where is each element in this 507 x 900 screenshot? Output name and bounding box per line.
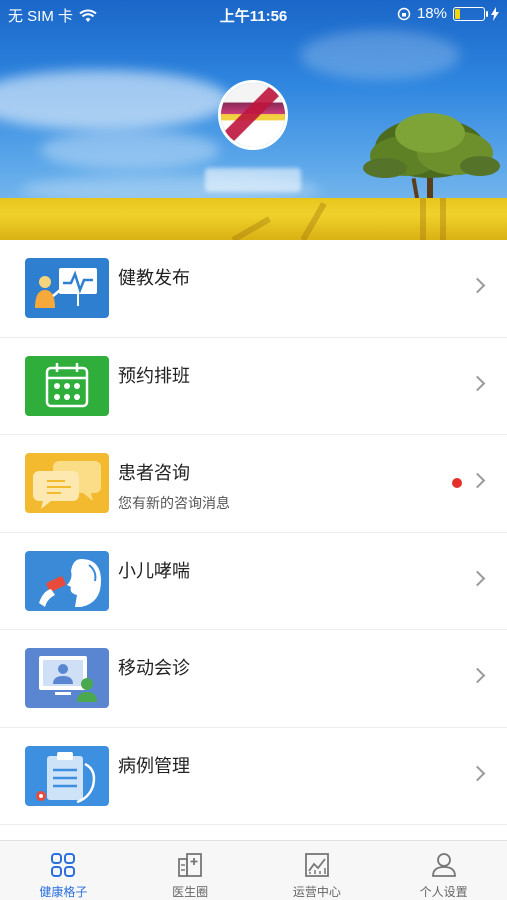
status-bar: 无 SIM 卡 上午11:56 18%	[0, 0, 507, 30]
chevron-right-icon	[469, 277, 486, 294]
orientation-lock-icon	[397, 7, 411, 20]
battery-percent: 18%	[416, 5, 447, 22]
menu-item-subtitle: 您有新的咨询消息	[118, 496, 230, 512]
chevron-right-icon	[469, 570, 486, 586]
charging-icon	[491, 6, 499, 21]
person-icon	[431, 853, 456, 877]
user-nickname	[205, 168, 301, 192]
menu-item-label: 健教发布	[118, 268, 190, 289]
profile-header	[0, 0, 507, 240]
menu-item-label: 患者咨询	[118, 463, 190, 484]
chevron-right-icon	[469, 472, 486, 489]
menu-item-mobile-consultation[interactable]: 移动会诊	[0, 630, 507, 728]
battery-icon	[453, 6, 488, 21]
tab-label: 医生圈	[172, 885, 209, 899]
menu-item-label: 小儿哮喘	[118, 560, 190, 582]
chart-icon	[304, 853, 329, 877]
tab-bar: 健康格子 医生圈 运营中心 个人设置	[0, 840, 507, 900]
menu-item-label: 预约排班	[118, 365, 190, 387]
health-education-icon	[25, 258, 109, 318]
tab-personal-settings[interactable]: 个人设置	[380, 841, 507, 900]
tab-label: 个人设置	[419, 885, 468, 899]
tab-label: 运营中心	[292, 885, 341, 899]
tab-health-grid[interactable]: 健康格子	[0, 841, 127, 900]
menu-item-case-management[interactable]: 病例管理	[0, 727, 507, 825]
tab-label: 健康格子	[39, 885, 88, 899]
menu-item-appointment-schedule[interactable]: 预约排班	[0, 337, 507, 435]
grid-icon	[51, 853, 76, 877]
tab-operations-center[interactable]: 运营中心	[254, 841, 381, 900]
avatar[interactable]	[218, 80, 288, 150]
chevron-right-icon	[469, 765, 486, 781]
chevron-right-icon	[469, 375, 486, 391]
unread-dot	[452, 478, 462, 488]
menu-item-patient-consultation[interactable]: 患者咨询 您有新的咨询消息	[0, 435, 507, 533]
menu-item-health-education[interactable]: 健教发布	[0, 240, 507, 338]
menu-item-child-asthma[interactable]: 小儿哮喘	[0, 532, 507, 630]
asthma-inhaler-icon	[25, 550, 109, 611]
chevron-right-icon	[469, 667, 486, 684]
medical-record-icon	[25, 745, 109, 806]
feature-menu: 健教发布 预约排班 患者咨询 您有新的咨询消息 小儿哮喘 移动会诊 病例管理	[0, 240, 507, 825]
tab-doctor-circle[interactable]: 医生圈	[127, 841, 254, 900]
rapeseed-field	[0, 198, 507, 240]
calendar-icon	[25, 355, 109, 416]
avatar-image	[221, 83, 285, 147]
chat-bubbles-icon	[25, 453, 109, 513]
menu-item-label: 病例管理	[118, 755, 190, 777]
hospital-icon	[178, 853, 203, 877]
menu-item-label: 移动会诊	[118, 658, 190, 679]
video-consultation-icon	[25, 648, 109, 708]
